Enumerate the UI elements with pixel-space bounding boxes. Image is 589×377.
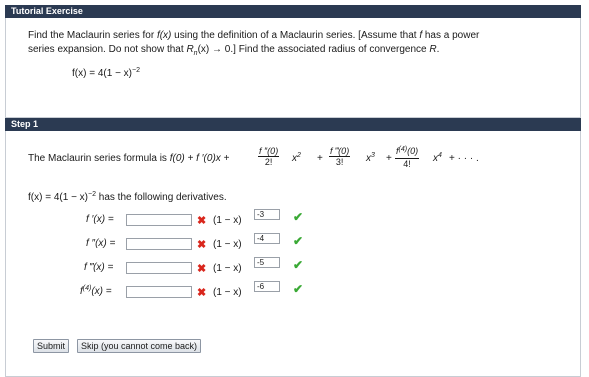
submit-button[interactable]: Submit	[33, 339, 70, 353]
plus-sign: +	[386, 153, 392, 164]
fraction-f2-den: 2!	[264, 157, 273, 167]
f3-coefficient-input[interactable]	[126, 262, 192, 274]
fraction-f4: f(4)(0) 4!	[395, 146, 420, 169]
x3-exponent: 3	[371, 152, 375, 159]
step1-header: Step 1	[5, 118, 581, 131]
x4-exponent: 4	[438, 152, 442, 159]
wrong-x-icon: ✖	[197, 287, 207, 299]
question-line-1: Find the Maclaurin series for f(x) using…	[28, 30, 479, 41]
correct-check-icon: ✔	[293, 282, 304, 296]
fraction-f4-den: 4!	[403, 159, 411, 169]
plus-sign: +	[317, 153, 323, 164]
deriv-intro-base: f(x) = 4(1 − x)	[28, 192, 89, 203]
tutorial-panel: Tutorial Exercise	[5, 5, 581, 118]
ellipsis: + · · · .	[449, 153, 479, 164]
question-text: (x) → 0.] Find the associated radius of …	[197, 44, 430, 55]
deriv-factor-3: (1 − x)	[213, 263, 242, 274]
formula-intro-text: The Maclaurin series formula is	[28, 153, 170, 164]
fraction-f3-num: f ‴(0)	[329, 146, 351, 157]
tutorial-header: Tutorial Exercise	[5, 5, 581, 18]
function-definition: f(x) = 4(1 − x)−2	[72, 67, 140, 79]
f1-coefficient-input[interactable]	[126, 214, 192, 226]
deriv-label-order: (4)	[82, 285, 92, 292]
question-text: .	[436, 44, 440, 55]
formula-intro: The Maclaurin series formula is f(0) + f…	[28, 153, 229, 164]
deriv-label-4: f(4)(x) =	[80, 285, 112, 297]
deriv-factor-1: (1 − x)	[213, 215, 242, 226]
deriv-label-2: f ″(x) =	[86, 238, 116, 249]
question-line-2: series expansion. Do not show that Rn(x)…	[28, 44, 440, 57]
formula-start: f(0) + f ′(0)x +	[169, 153, 230, 164]
f4-coefficient-input[interactable]	[126, 286, 192, 298]
fraction-f3: f ‴(0) 3!	[329, 146, 351, 167]
x2-term: x2	[292, 152, 301, 164]
x3-term: x3	[366, 152, 375, 164]
question-R: R	[186, 44, 194, 55]
skip-button[interactable]: Skip (you cannot come back)	[77, 339, 202, 353]
fraction-f3-den: 3!	[335, 157, 344, 167]
question-n: n	[193, 50, 198, 57]
wrong-x-icon: ✖	[197, 215, 207, 227]
question-text: series expansion. Do not show that	[28, 44, 187, 55]
question-text: has a power	[422, 30, 480, 41]
correct-check-icon: ✔	[293, 210, 304, 224]
question-text: using the definition of a Maclaurin seri…	[171, 30, 420, 41]
wrong-x-icon: ✖	[197, 263, 207, 275]
f3-exponent-input[interactable]: -5	[254, 257, 280, 268]
f2-coefficient-input[interactable]	[126, 238, 192, 250]
deriv-label-1: f ′(x) =	[86, 214, 114, 225]
deriv-label-arg: (x) =	[91, 286, 112, 297]
correct-check-icon: ✔	[293, 234, 304, 248]
function-exponent: −2	[132, 67, 140, 74]
correct-check-icon: ✔	[293, 258, 304, 272]
f4-order: (4)	[398, 146, 408, 153]
fraction-f2: f ″(0) 2!	[258, 146, 280, 167]
f1-exponent-input[interactable]: -3	[254, 209, 280, 220]
x4-term: x4	[433, 152, 442, 164]
function-base: f(x) = 4(1 − x)	[72, 68, 133, 79]
deriv-label-3: f ‴(x) =	[84, 262, 114, 273]
wrong-x-icon: ✖	[197, 239, 207, 251]
question-R: R	[429, 44, 437, 55]
fraction-f2-num: f ″(0)	[258, 146, 280, 157]
question-text: Find the Maclaurin series for	[28, 30, 157, 41]
deriv-intro-exponent: −2	[88, 191, 96, 198]
deriv-factor-2: (1 − x)	[213, 239, 242, 250]
deriv-factor-4: (1 − x)	[213, 287, 242, 298]
f4-exponent-input[interactable]: -6	[254, 281, 280, 292]
deriv-intro-tail: has the following derivatives.	[96, 192, 227, 203]
derivatives-intro: f(x) = 4(1 − x)−2 has the following deri…	[28, 191, 227, 203]
x2-exponent: 2	[297, 152, 301, 159]
question-fx: f(x)	[156, 30, 172, 41]
f4-arg: (0)	[407, 146, 419, 156]
fraction-f4-num: f(4)(0)	[395, 146, 420, 159]
f2-exponent-input[interactable]: -4	[254, 233, 280, 244]
